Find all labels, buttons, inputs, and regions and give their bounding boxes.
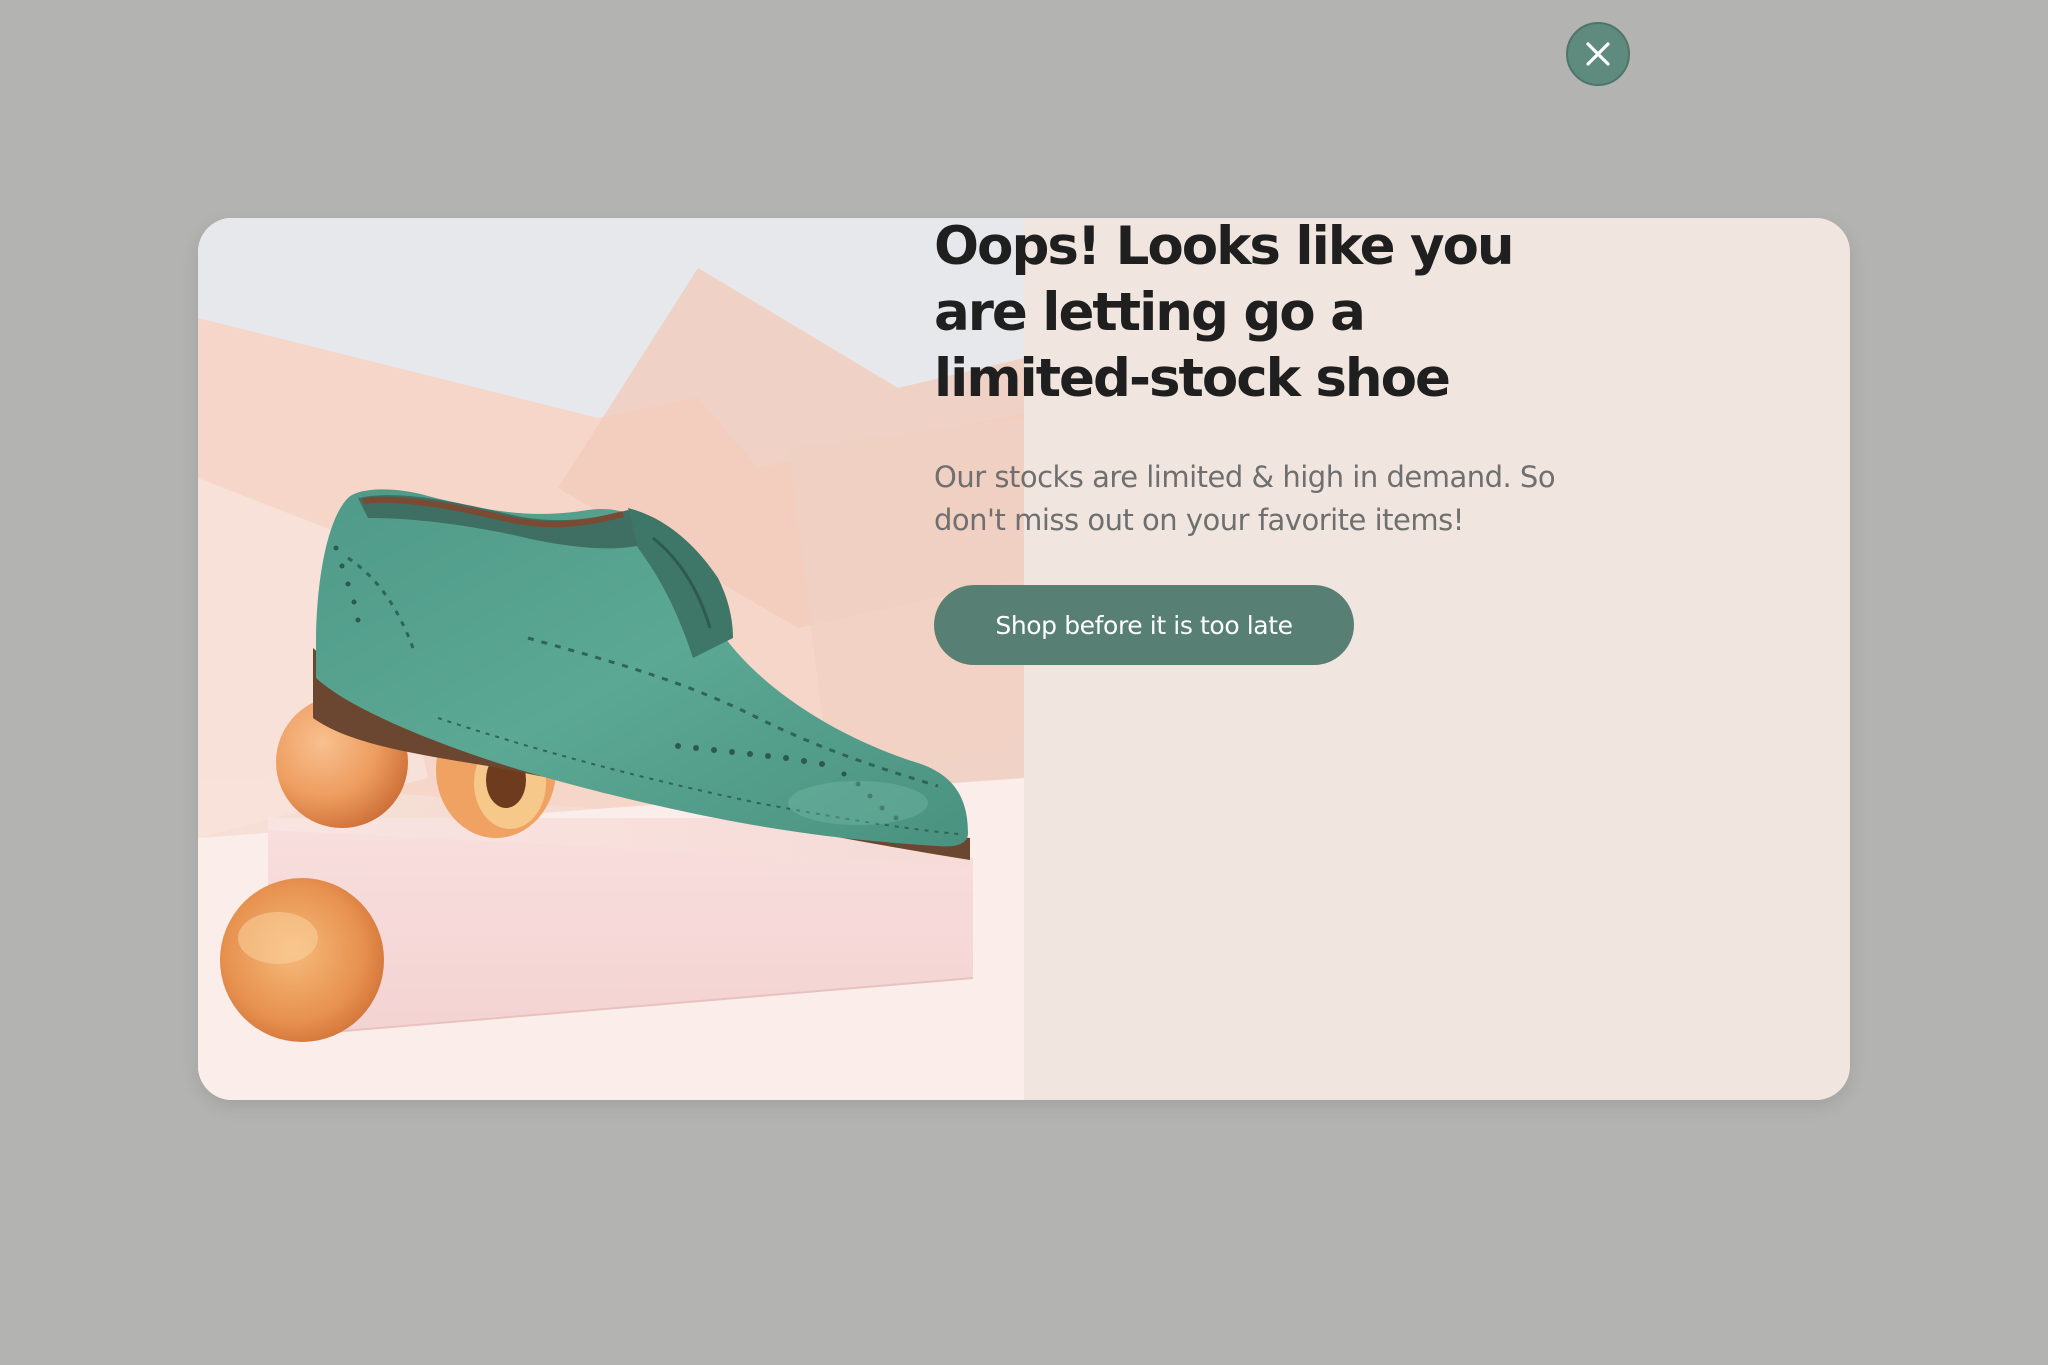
shop-now-button[interactable]: Shop before it is too late	[934, 585, 1354, 665]
product-hero-image	[198, 218, 1024, 1100]
close-icon	[1586, 42, 1610, 66]
close-button[interactable]	[1566, 22, 1630, 86]
popup-subtext: Our stocks are limited & high in demand.…	[934, 460, 1556, 537]
popup-headline: Oops! Looks like you are letting go a li…	[934, 216, 1515, 409]
shoe-illustration	[198, 218, 1024, 1100]
